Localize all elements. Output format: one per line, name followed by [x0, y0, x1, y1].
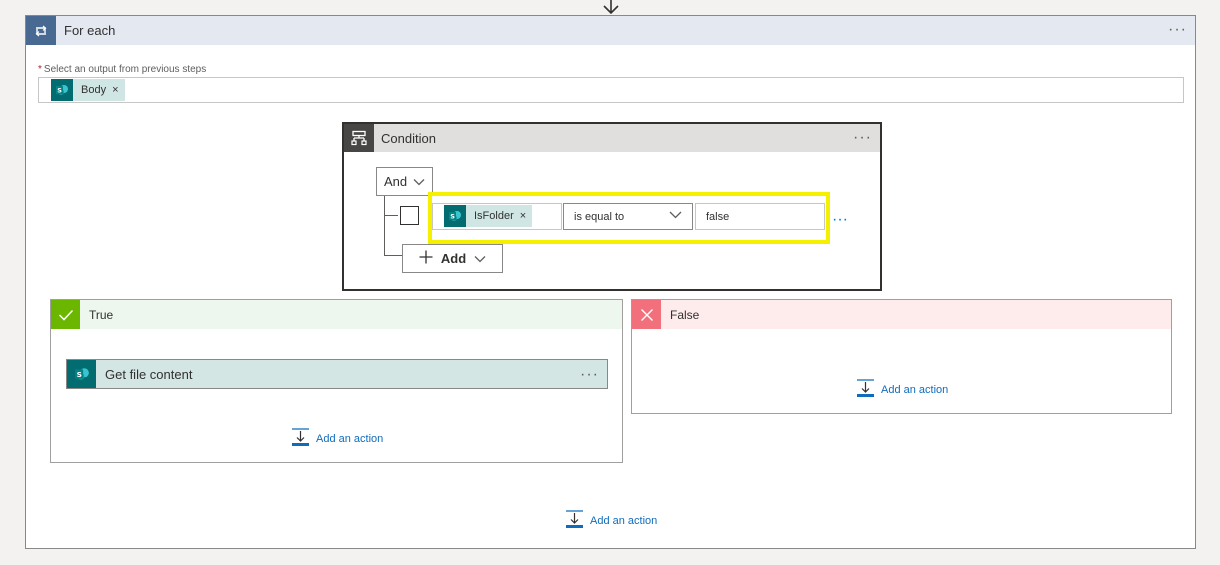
sharepoint-icon: S — [67, 360, 96, 388]
add-action-icon — [565, 510, 584, 532]
condition-more-button[interactable]: ··· — [853, 130, 872, 146]
body-token[interactable]: S Body × — [51, 79, 125, 101]
action-title: Get file content — [105, 367, 193, 382]
false-branch-header[interactable]: False — [632, 300, 1171, 329]
foreach-add-action-label: Add an action — [590, 515, 658, 527]
group-operator-value: And — [384, 174, 408, 189]
condition-card: Condition ··· And S IsFolder × is equal … — [342, 122, 882, 291]
chevron-down-icon — [413, 174, 425, 189]
foreach-add-action-link[interactable]: Add an action — [565, 510, 657, 532]
true-add-action-label: Add an action — [316, 433, 384, 445]
highlight-box — [428, 192, 830, 244]
sharepoint-icon: S — [51, 79, 73, 101]
tree-line — [384, 255, 402, 256]
svg-text:S: S — [57, 87, 62, 95]
true-branch-header[interactable]: True — [51, 300, 622, 329]
false-branch-title: False — [670, 308, 700, 322]
tree-line — [384, 215, 398, 216]
output-field[interactable]: S Body × — [38, 77, 1184, 103]
loop-icon — [26, 16, 56, 45]
foreach-card: For each ··· * Select an output from prev… — [25, 15, 1196, 549]
tree-line — [384, 196, 385, 256]
get-file-content-action[interactable]: S Get file content ··· — [66, 359, 608, 389]
add-button[interactable]: Add — [402, 244, 503, 273]
body-token-remove-button[interactable]: × — [112, 84, 124, 96]
true-branch: True S Get file content ··· Add an actio… — [50, 299, 623, 463]
add-button-label: Add — [440, 251, 467, 266]
arrow-down-icon — [601, 0, 621, 15]
condition-icon — [344, 124, 374, 152]
add-action-icon — [291, 428, 310, 450]
true-branch-title: True — [89, 308, 114, 322]
false-add-action-label: Add an action — [881, 384, 949, 396]
required-mark: * — [38, 64, 42, 75]
row-checkbox[interactable] — [400, 206, 419, 225]
false-branch: False Add an action — [631, 299, 1172, 414]
row-more-button[interactable]: ··· — [832, 211, 848, 229]
close-icon — [632, 300, 661, 329]
foreach-title: For each — [64, 23, 116, 38]
condition-title: Condition — [381, 131, 436, 146]
foreach-header[interactable]: For each ··· — [26, 16, 1195, 45]
chevron-down-icon — [474, 251, 486, 266]
plus-icon — [419, 250, 433, 267]
checkmark-icon — [51, 300, 80, 329]
body-token-label: Body — [81, 84, 107, 96]
true-add-action-link[interactable]: Add an action — [291, 428, 383, 450]
group-operator-select[interactable]: And — [376, 167, 433, 196]
output-label: * Select an output from previous steps — [38, 64, 206, 75]
svg-text:S: S — [76, 370, 81, 379]
action-more-button[interactable]: ··· — [580, 367, 599, 383]
add-action-icon — [856, 379, 875, 401]
output-label-text: Select an output from previous steps — [43, 64, 207, 75]
false-add-action-link[interactable]: Add an action — [856, 379, 948, 401]
condition-header[interactable]: Condition ··· — [344, 124, 880, 152]
foreach-more-button[interactable]: ··· — [1168, 22, 1187, 38]
